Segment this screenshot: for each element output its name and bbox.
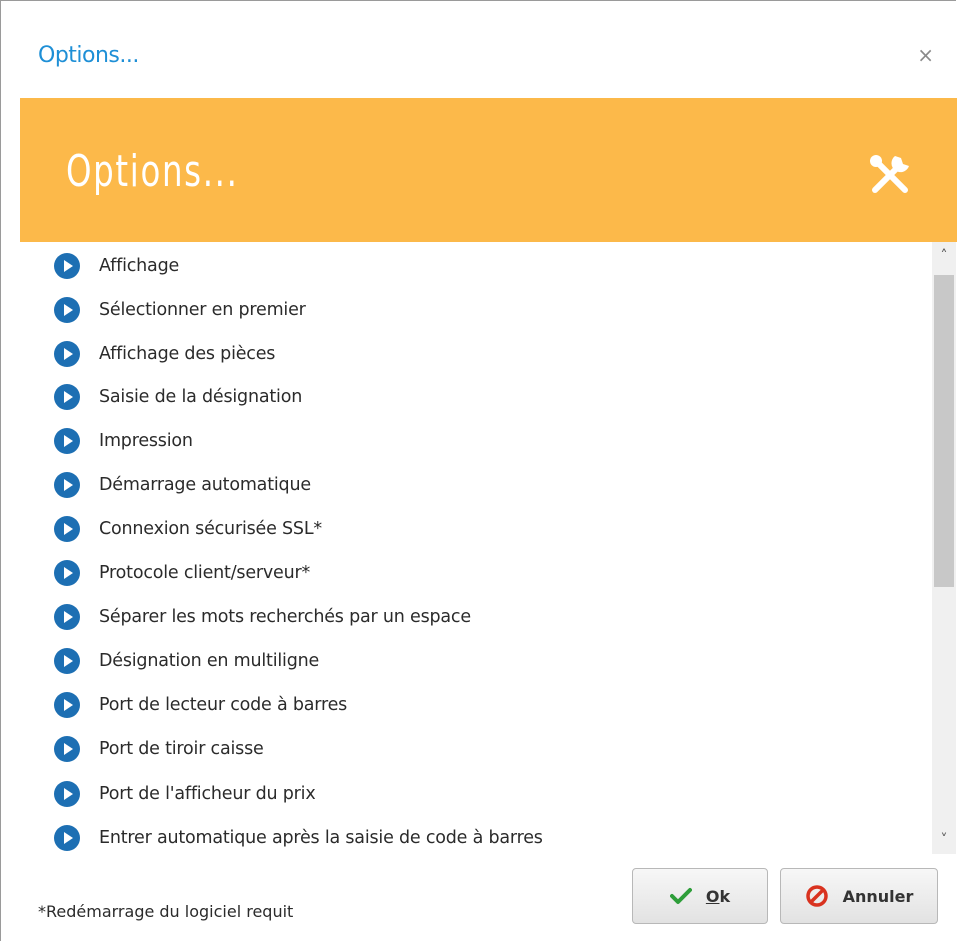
close-icon[interactable]: × <box>917 45 934 65</box>
list-item[interactable]: Affichage des pièces <box>54 341 275 367</box>
play-circle-icon <box>54 384 80 410</box>
window-title: Options... <box>38 43 139 68</box>
list-item-label: Port de tiroir caisse <box>99 739 264 759</box>
play-circle-icon <box>54 648 80 674</box>
scroll-up-icon[interactable]: ˄ <box>932 242 956 270</box>
list-item-label: Séparer les mots recherchés par un espac… <box>99 607 471 627</box>
list-item-label: Port de lecteur code à barres <box>99 695 348 715</box>
play-circle-icon <box>54 692 80 718</box>
no-entry-icon <box>805 884 829 908</box>
list-item[interactable]: Affichage <box>54 253 179 279</box>
list-item[interactable]: Séparer les mots recherchés par un espac… <box>54 604 471 630</box>
ok-label: Ok <box>705 886 731 906</box>
play-circle-icon <box>54 781 80 807</box>
play-circle-icon <box>54 341 80 367</box>
list-item-label: Sélectionner en premier <box>99 300 306 320</box>
checkmark-icon <box>669 887 692 905</box>
list-item-label: Saisie de la désignation <box>99 387 303 407</box>
cancel-button[interactable]: Annuler <box>780 868 938 924</box>
options-dialog: Options... × Options... Affichage Sélect… <box>0 0 957 941</box>
list-item[interactable]: Connexion sécurisée SSL* <box>54 516 322 542</box>
tools-icon <box>870 155 909 193</box>
list-item-label: Affichage des pièces <box>99 344 276 364</box>
list-item[interactable]: Entrer automatique après la saisie de co… <box>54 825 543 851</box>
list-item[interactable]: Démarrage automatique <box>54 472 311 498</box>
restart-note: *Redémarrage du logiciel requit <box>38 902 294 921</box>
scroll-thumb[interactable] <box>934 275 954 587</box>
list-item[interactable]: Désignation en multiligne <box>54 648 319 674</box>
play-circle-icon <box>54 297 80 323</box>
list-item[interactable]: Saisie de la désignation <box>54 384 302 410</box>
list-item-label: Entrer automatique après la saisie de co… <box>99 828 543 848</box>
cancel-label: Annuler <box>842 886 914 906</box>
play-circle-icon <box>54 428 80 454</box>
list-item-label: Impression <box>99 431 193 451</box>
options-list: Affichage Sélectionner en premier Affich… <box>20 242 932 854</box>
list-item[interactable]: Impression <box>54 428 193 454</box>
play-circle-icon <box>54 560 80 586</box>
list-item-label: Connexion sécurisée SSL* <box>99 519 322 539</box>
header-banner: Options... <box>20 98 957 242</box>
play-circle-icon <box>54 825 80 851</box>
vertical-scrollbar[interactable]: ˄ ˅ <box>932 242 956 854</box>
play-circle-icon <box>54 604 80 630</box>
list-item[interactable]: Port de tiroir caisse <box>54 736 264 762</box>
list-item-label: Désignation en multiligne <box>99 651 320 671</box>
list-item[interactable]: Protocole client/serveur* <box>54 560 310 586</box>
list-item[interactable]: Port de l'afficheur du prix <box>54 781 316 807</box>
ok-button[interactable]: Ok <box>632 868 768 924</box>
play-circle-icon <box>54 472 80 498</box>
list-item[interactable]: Port de lecteur code à barres <box>54 692 347 718</box>
list-item-label: Affichage <box>99 256 180 276</box>
list-item[interactable]: Sélectionner en premier <box>54 297 306 323</box>
list-item-label: Démarrage automatique <box>99 475 311 495</box>
list-item-label: Protocole client/serveur* <box>99 563 311 583</box>
banner-title: Options... <box>66 146 239 197</box>
play-circle-icon <box>54 253 80 279</box>
play-circle-icon <box>54 736 80 762</box>
scroll-down-icon[interactable]: ˅ <box>932 826 956 854</box>
play-circle-icon <box>54 516 80 542</box>
list-item-label: Port de l'afficheur du prix <box>99 784 316 804</box>
